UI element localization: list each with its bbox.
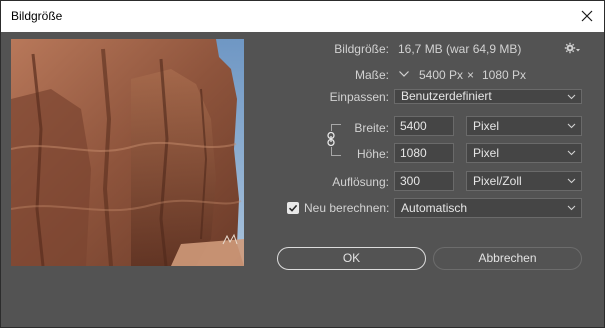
dimensions-separator: × [467,68,475,82]
image-preview[interactable] [11,39,244,266]
width-input[interactable]: 5400 [394,116,454,136]
title-bar: Bildgröße [1,1,604,32]
width-label: Breite: [354,121,389,135]
checkmark-icon [288,204,298,212]
height-input[interactable]: 1080 [394,143,454,163]
resample-method-value: Automatisch [401,201,468,215]
close-icon [581,10,593,22]
chain-link-icon [327,131,335,147]
width-unit-dropdown[interactable]: Pixel [466,116,582,136]
fit-to-value: Benutzerdefiniert [401,89,492,103]
resolution-unit-value: Pixel/Zoll [473,174,522,188]
height-unit-value: Pixel [473,146,500,160]
height-label: Höhe: [356,147,389,161]
chevron-down-icon [567,178,576,184]
dimensions-width: 5400 Px [419,68,464,82]
resample-checkbox[interactable] [287,202,299,214]
height-unit-dropdown[interactable]: Pixel [466,143,582,163]
fit-to-label: Einpassen: [329,90,389,104]
ok-button[interactable]: OK [277,247,426,270]
resample-label: Neu berechnen: [304,201,390,215]
chevron-down-icon [567,205,576,211]
resolution-unit-dropdown[interactable]: Pixel/Zoll [466,171,582,191]
dimensions-label: Maße: [354,68,389,82]
fit-to-dropdown[interactable]: Benutzerdefiniert [394,89,582,104]
resolution-label: Auflösung: [332,175,389,189]
close-button[interactable] [576,5,598,27]
chevron-down-icon [399,71,409,77]
window-title: Bildgröße [11,9,63,23]
cancel-button[interactable]: Abbrechen [433,247,582,270]
chevron-down-icon [567,150,576,156]
settings-gear-button[interactable] [564,42,580,54]
width-unit-value: Pixel [473,119,500,133]
chevron-down-icon [567,94,576,100]
constrain-proportions-toggle[interactable] [325,131,337,147]
resolution-input[interactable]: 300 [394,171,454,191]
image-size-value: 16,7 MB (war 64,9 MB) [398,42,522,56]
gear-icon [564,42,580,54]
chevron-down-icon [567,123,576,129]
image-size-label: Bildgröße: [334,42,389,56]
dimensions-toggle[interactable] [398,68,410,80]
resample-method-dropdown[interactable]: Automatisch [394,198,582,218]
image-size-dialog: Bildgröße Bildgröße: 16,7 MB (war 64,9 M… [0,0,605,328]
dimensions-height: 1080 Px [482,68,527,82]
